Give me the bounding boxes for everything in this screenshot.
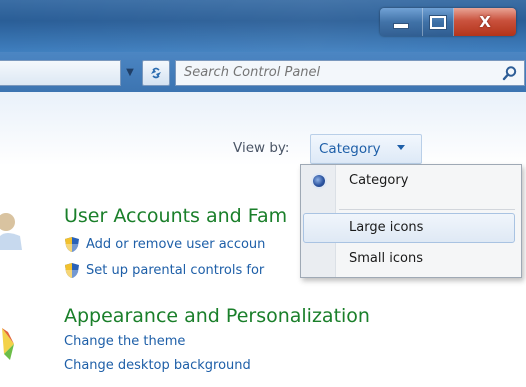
minimize-icon: [393, 23, 409, 29]
radio-selected-icon: [313, 175, 325, 187]
link-change-desktop-background[interactable]: Change desktop background: [64, 358, 251, 373]
close-icon: X: [479, 13, 491, 31]
control-panel-content: View by: Category User Accounts and Fam …: [0, 92, 526, 387]
menu-item-label: Small icons: [349, 251, 423, 266]
caption-buttons: X: [380, 8, 516, 36]
maximize-button[interactable]: [423, 8, 454, 36]
maximize-icon: [430, 15, 446, 29]
menu-item-label: Category: [349, 173, 409, 188]
navigation-bar: ▼: [0, 52, 526, 92]
menu-item-category[interactable]: Category: [303, 167, 517, 195]
refresh-button[interactable]: [142, 60, 170, 86]
address-bar[interactable]: [0, 60, 121, 86]
caret-down-icon: [397, 145, 405, 150]
view-by-label: View by:: [233, 140, 290, 156]
link-change-theme[interactable]: Change the theme: [64, 334, 185, 349]
user-accounts-icon: [0, 213, 22, 250]
view-by-menu: Category Large icons Small icons: [300, 164, 522, 278]
menu-item-large-icons[interactable]: Large icons: [303, 213, 515, 243]
category-title-user-accounts[interactable]: User Accounts and Fam: [64, 205, 287, 227]
search-input[interactable]: [184, 61, 484, 85]
refresh-icon: [151, 67, 161, 79]
view-by-selected-value: Category: [319, 141, 381, 157]
menu-separator: [339, 209, 515, 210]
shield-icon: [65, 263, 79, 278]
minimize-button[interactable]: [380, 8, 423, 36]
link-add-remove-user-accounts[interactable]: Add or remove user accoun: [86, 237, 265, 252]
menu-item-label: Large icons: [349, 220, 424, 235]
view-by-dropdown[interactable]: Category: [310, 134, 422, 164]
address-history-button[interactable]: ▼: [122, 62, 138, 82]
window-titlebar: X: [0, 0, 526, 52]
appearance-icon: [2, 328, 14, 360]
link-parental-controls[interactable]: Set up parental controls for: [86, 263, 264, 278]
menu-item-small-icons[interactable]: Small icons: [303, 245, 517, 273]
search-icon[interactable]: [502, 65, 518, 81]
chevron-down-icon: ▼: [126, 66, 134, 78]
shield-icon: [65, 237, 79, 252]
search-box[interactable]: [175, 60, 525, 86]
close-button[interactable]: X: [454, 8, 516, 36]
category-title-appearance[interactable]: Appearance and Personalization: [64, 305, 370, 327]
